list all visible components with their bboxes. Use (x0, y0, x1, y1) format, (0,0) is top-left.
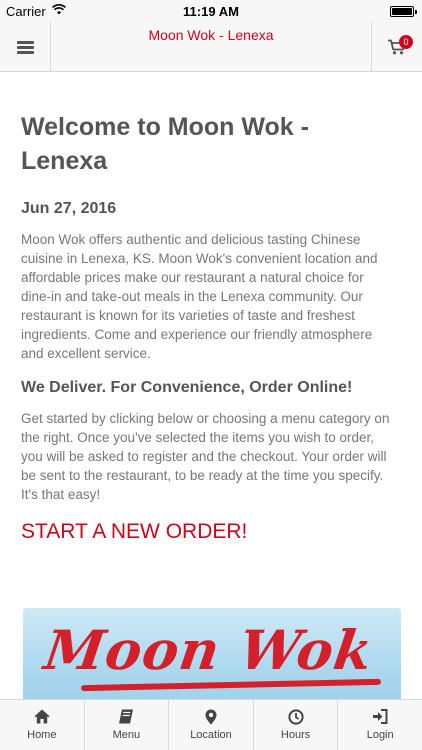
home-icon (34, 709, 50, 724)
tab-menu[interactable]: Menu (85, 700, 170, 750)
restaurant-logo-banner: Moon Wok (23, 608, 401, 699)
tab-menu-label: Menu (112, 729, 141, 741)
app-title: Moon Wok - Lenexa (148, 27, 274, 43)
sign-in-icon (373, 709, 388, 724)
instructions-paragraph: Get started by clicking below or choosin… (21, 411, 390, 502)
delivery-heading: We Deliver. For Convenience, Order Onlin… (21, 379, 353, 396)
book-icon (119, 709, 134, 724)
cart-button[interactable]: 0 (371, 22, 422, 72)
battery-icon (390, 6, 417, 17)
tab-location[interactable]: Location (169, 700, 254, 750)
cart-count-badge: 0 (399, 35, 413, 49)
app-header: Moon Wok - Lenexa 0 (0, 22, 422, 72)
tab-home[interactable]: Home (0, 700, 85, 750)
main-content[interactable]: Welcome to Moon Wok - Lenexa Jun 27, 201… (0, 73, 422, 699)
tab-login[interactable]: Login (338, 700, 422, 750)
tab-login-label: Login (366, 729, 394, 741)
map-marker-icon (205, 709, 217, 725)
tab-location-label: Location (190, 729, 232, 741)
clock-icon (287, 709, 304, 725)
hamburger-menu-button[interactable] (0, 22, 51, 72)
start-new-order-link[interactable]: START A NEW ORDER! (21, 520, 397, 544)
status-time: 11:19 AM (183, 4, 239, 19)
tab-home-label: Home (27, 729, 57, 741)
bottom-tab-bar: Home Menu Location Hours Login (0, 699, 422, 750)
status-bar: Carrier 11:19 AM (0, 0, 422, 22)
intro-paragraph: Moon Wok offers authentic and delicious … (21, 232, 378, 361)
tab-hours-label: Hours (280, 729, 311, 741)
tab-hours[interactable]: Hours (254, 700, 339, 750)
post-date: Jun 27, 2016 (21, 200, 117, 217)
moon-wok-logo: Moon Wok (40, 618, 378, 682)
hamburger-icon (17, 41, 34, 54)
page-title: Welcome to Moon Wok - Lenexa (21, 113, 309, 175)
